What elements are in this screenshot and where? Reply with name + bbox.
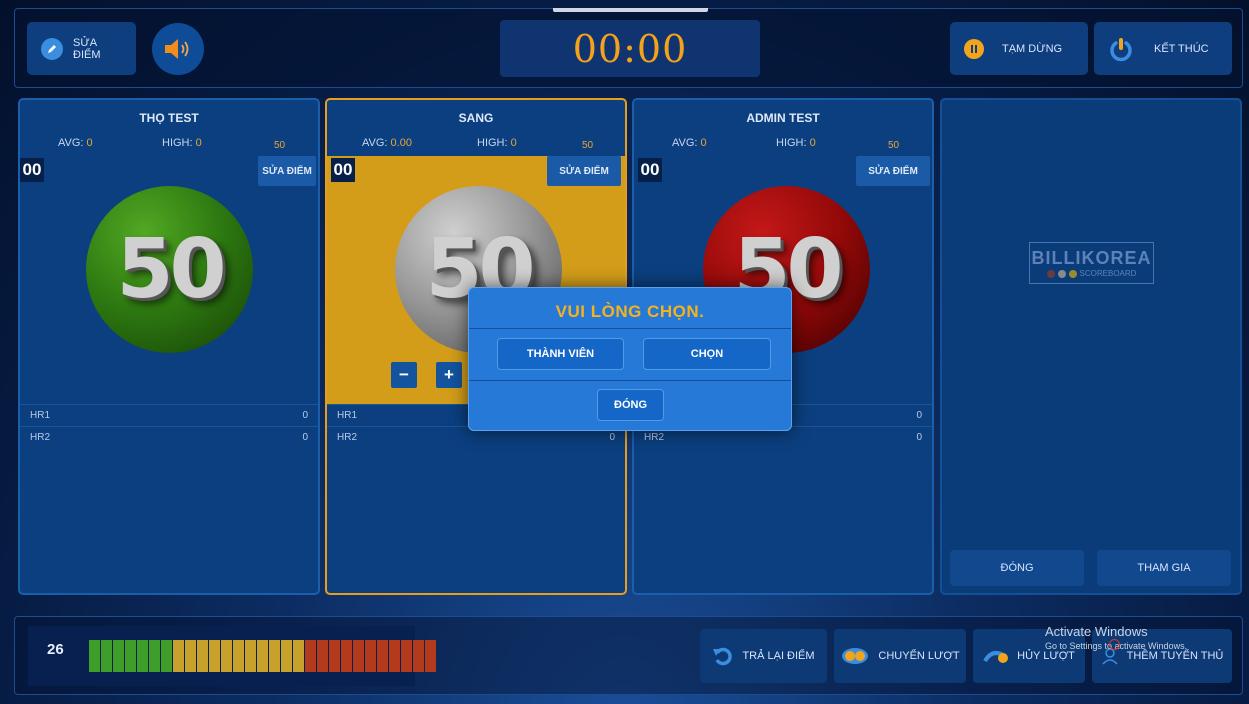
pause-button[interactable]: TẠM DỪNG	[950, 22, 1088, 75]
player-name: THỌ TEST	[139, 111, 199, 125]
target-score: 50	[274, 140, 286, 151]
meter-segment	[125, 640, 136, 672]
edit-score-button[interactable]: SỬA ĐIỂM	[27, 22, 136, 75]
meter-segment	[401, 640, 412, 672]
avg-stat: AVG: 0	[58, 137, 93, 149]
meter-segment	[221, 640, 232, 672]
dialog-title: VUI LÒNG CHỌN.	[555, 302, 705, 321]
avg-stat: AVG: 0	[672, 137, 707, 149]
meter-segment	[173, 640, 184, 672]
meter-segment	[233, 640, 244, 672]
meter-segment	[197, 640, 208, 672]
switch-icon	[842, 648, 869, 664]
cursor-indicator	[1109, 639, 1120, 650]
shot-clock-meter: 26	[28, 626, 436, 686]
activate-windows-title: Activate Windows	[1045, 624, 1148, 639]
end-game-button[interactable]: KẾT THÚC	[1094, 22, 1232, 75]
end-game-label: KẾT THÚC	[1154, 42, 1209, 55]
turn-counter: 00	[20, 158, 44, 182]
score-value: 50	[116, 222, 226, 317]
select-dialog: VUI LÒNG CHỌN. THÀNH VIÊN CHỌN ĐÓNG	[468, 287, 792, 431]
edit-score-button[interactable]: SỬA ĐIỂM	[856, 156, 930, 186]
game-timer: 00:00	[500, 20, 760, 77]
meter-segment	[413, 640, 424, 672]
meter-count: 26	[47, 641, 64, 658]
hr2-row: HR2 0	[20, 426, 318, 448]
edit-score-button[interactable]: SỬA ĐIỂM	[547, 156, 621, 186]
meter-segment	[317, 640, 328, 672]
high-stat: HIGH: 0	[162, 137, 202, 149]
meter-bars	[89, 640, 436, 672]
score-ball[interactable]: 50	[86, 186, 253, 353]
meter-segment	[281, 640, 292, 672]
speaker-icon	[165, 39, 189, 59]
meter-segment	[113, 640, 124, 672]
player-name: ADMIN TEST	[746, 111, 820, 125]
edit-score-label: SỬA ĐIỂM	[73, 36, 101, 61]
dialog-close-button[interactable]: ĐÓNG	[597, 389, 664, 421]
player-panel-1[interactable]: THỌ TEST AVG: 0 HIGH: 0 50 00 SỬA ĐIỂM 5…	[18, 98, 320, 595]
meter-segment	[257, 640, 268, 672]
meter-segment	[245, 640, 256, 672]
billikorea-logo: BILLIKOREA SCOREBOARD	[1029, 242, 1154, 284]
meter-segment	[209, 640, 220, 672]
high-stat: HIGH: 0	[477, 137, 517, 149]
meter-segment	[329, 640, 340, 672]
plus-button[interactable]: +	[436, 362, 462, 388]
power-icon	[1108, 36, 1134, 62]
pause-label: TẠM DỪNG	[1002, 42, 1063, 55]
meter-segment	[89, 640, 100, 672]
select-button[interactable]: CHỌN	[643, 338, 771, 370]
meter-segment	[137, 640, 148, 672]
meter-segment	[161, 640, 172, 672]
player-name: SANG	[458, 111, 494, 125]
close-slot-button[interactable]: ĐÓNG	[950, 550, 1084, 586]
pencil-icon	[41, 37, 63, 60]
target-score: 50	[888, 140, 900, 151]
hr1-row: HR1 0	[20, 404, 318, 426]
meter-segment	[185, 640, 196, 672]
undo-icon	[713, 647, 733, 666]
meter-segment	[353, 640, 364, 672]
avg-stat: AVG: 0.00	[362, 137, 412, 149]
edit-score-button[interactable]: SỬA ĐIỂM	[258, 156, 316, 186]
return-score-button[interactable]: TRẢ LẠI ĐIỂM	[700, 629, 827, 683]
join-button[interactable]: THAM GIA	[1097, 550, 1231, 586]
speaker-button[interactable]	[152, 23, 204, 75]
meter-segment	[149, 640, 160, 672]
target-score: 50	[582, 140, 594, 151]
cancel-turn-icon	[983, 651, 1009, 663]
meter-segment	[341, 640, 352, 672]
member-button[interactable]: THÀNH VIÊN	[497, 338, 624, 370]
meter-segment	[425, 640, 436, 672]
score-area: 00 SỬA ĐIỂM 50	[20, 156, 318, 404]
minus-button[interactable]: −	[391, 362, 417, 388]
meter-segment	[365, 640, 376, 672]
meter-segment	[377, 640, 388, 672]
high-stat: HIGH: 0	[776, 137, 816, 149]
meter-segment	[101, 640, 112, 672]
empty-player-slot: BILLIKOREA SCOREBOARD ĐÓNG THAM GIA	[940, 98, 1242, 595]
pause-icon	[964, 38, 984, 59]
turn-counter: 00	[638, 158, 662, 182]
switch-turn-button[interactable]: CHUYỂN LƯỢT	[834, 629, 966, 683]
timer-tab	[553, 8, 708, 12]
meter-segment	[305, 640, 316, 672]
meter-segment	[389, 640, 400, 672]
meter-segment	[269, 640, 280, 672]
meter-segment	[293, 640, 304, 672]
turn-counter: 00	[331, 158, 355, 182]
